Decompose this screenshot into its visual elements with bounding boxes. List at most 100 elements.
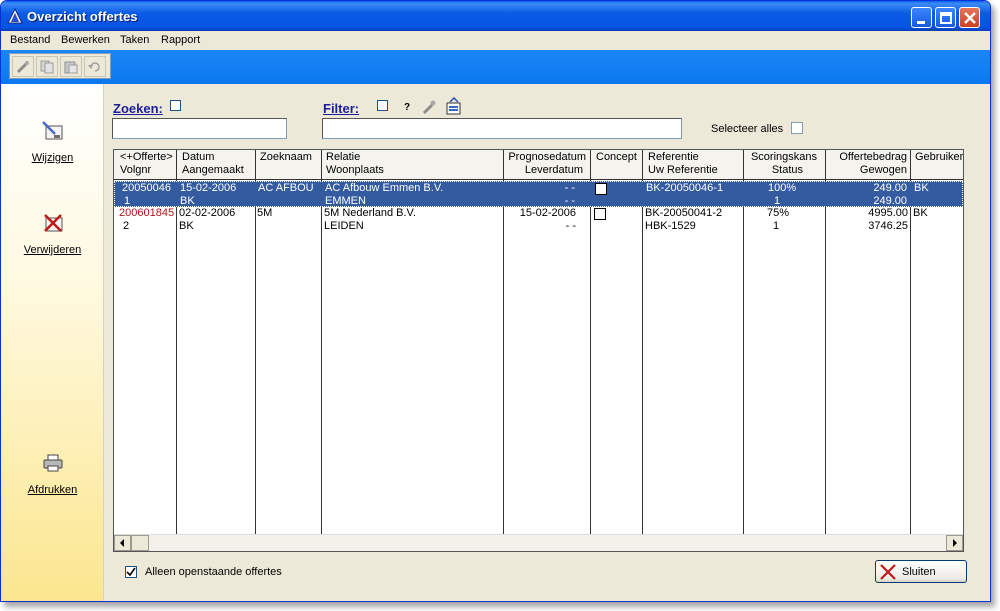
toolbar-wand-button[interactable]: [12, 56, 34, 77]
arrow-left-icon: [120, 539, 124, 547]
filter-export-icon[interactable]: [446, 97, 462, 115]
column-divider: [910, 180, 911, 534]
cell-gebruiker: BK: [914, 182, 929, 194]
delete-icon: [43, 214, 62, 232]
cell-relatie: AC Afbouw Emmen B.V.: [325, 182, 444, 194]
search-label: Zoeken:: [113, 101, 163, 116]
filter-input[interactable]: [322, 118, 682, 139]
column-header-scoringskans[interactable]: Scoringskans Status: [744, 150, 826, 180]
close-icon: [964, 12, 976, 24]
app-logo-icon: [7, 8, 23, 24]
scroll-right-button[interactable]: [946, 535, 963, 551]
close-window-button[interactable]: [959, 7, 980, 28]
menu-rapport[interactable]: Rapport: [161, 34, 200, 46]
menu-taken[interactable]: Taken: [120, 34, 149, 46]
select-all-checkbox[interactable]: [791, 122, 803, 134]
cell-prognosedatum: - -: [564, 182, 575, 194]
filter-label: Filter:: [323, 101, 360, 116]
toolbar-undo-button[interactable]: [84, 56, 106, 77]
menu-bar: Bestand Bewerken Taken Rapport: [1, 31, 990, 50]
cell-datum: 15-02-2006: [180, 182, 237, 194]
close-button-label: Sluiten: [902, 566, 936, 578]
edit-icon: [41, 121, 62, 140]
arrow-right-icon: [953, 539, 957, 547]
column-divider: [176, 180, 177, 534]
cell-gebruiker: BK: [913, 207, 928, 219]
column-header-concept[interactable]: Concept: [591, 150, 643, 180]
checkmark-icon: [126, 567, 136, 577]
cell-leverdatum: - -: [565, 220, 576, 232]
title-bar: Overzicht offertes: [1, 1, 990, 31]
copy-icon: [40, 60, 54, 74]
concept-checkbox[interactable]: [595, 183, 607, 195]
cell-offertebedrag: 249.00: [873, 182, 907, 194]
edit-label: Wijzigen: [31, 152, 74, 164]
menu-bewerken[interactable]: Bewerken: [61, 34, 110, 46]
column-header-zoeknaam[interactable]: Zoeknaam: [256, 150, 322, 180]
cell-zoeknaam: AC AFBOU: [258, 182, 314, 194]
wand-icon: [16, 61, 29, 74]
column-header-referentie[interactable]: Referentie Uw Referentie: [643, 150, 744, 180]
print-button[interactable]: Afdrukken: [1, 452, 104, 496]
column-divider: [590, 180, 591, 534]
cell-volgnr: 2: [123, 220, 130, 232]
filter-wand-icon[interactable]: [421, 99, 437, 115]
table-row[interactable]: 20050046 1 15-02-2006 BK AC AFBOU AC Afb…: [114, 181, 963, 207]
toolbar-paste-button[interactable]: [60, 56, 82, 77]
column-header-gebruiker[interactable]: Gebruiker: [911, 150, 963, 180]
table-row[interactable]: 200601845 2 02-02-2006 BK 5M 5M Nederlan…: [114, 207, 963, 233]
column-header-offertebedrag[interactable]: Offertebedrag Gewogen: [826, 150, 911, 180]
scroll-thumb[interactable]: [131, 535, 149, 551]
cell-offerte: 200601845: [119, 207, 175, 219]
toolbar-group: [9, 53, 111, 79]
main-window: Overzicht offertes Bestand Bewerken Take…: [0, 0, 991, 602]
cell-relatie: 5M Nederland B.V.: [324, 207, 416, 219]
undo-icon: [88, 62, 100, 72]
column-header-offerte[interactable]: <+Offerte> Volgnr: [114, 150, 177, 180]
maximize-button[interactable]: [935, 7, 956, 28]
only-open-label: Alleen openstaande offertes: [145, 566, 282, 578]
filter-help-icon[interactable]: ?: [404, 102, 410, 113]
cell-datum: 02-02-2006: [179, 207, 236, 219]
cell-status: 1: [773, 220, 780, 232]
close-x-icon: [880, 564, 896, 580]
cell-uw-referentie: HBK-1529: [645, 220, 696, 232]
printer-icon: [43, 454, 62, 472]
column-header-prognosedatum[interactable]: Prognosedatum Leverdatum: [504, 150, 591, 180]
cell-woonplaats: LEIDEN: [324, 220, 364, 232]
concept-checkbox[interactable]: [594, 208, 606, 220]
window-title: Overzicht offertes: [27, 9, 138, 24]
select-all-label: Selecteer alles: [711, 123, 784, 135]
cell-aangemaakt: BK: [179, 220, 194, 232]
minimize-button[interactable]: [911, 7, 932, 28]
maximize-icon: [940, 12, 952, 24]
only-open-checkbox[interactable]: [125, 566, 137, 578]
menu-bestand[interactable]: Bestand: [10, 34, 50, 46]
cell-referentie: BK-20050041-2: [645, 207, 723, 219]
column-divider: [825, 180, 826, 534]
cell-gewogen: 3746.25: [868, 220, 908, 232]
cell-offerte: 20050046: [122, 182, 171, 194]
paste-icon: [64, 61, 78, 74]
minimize-icon: [917, 21, 925, 24]
cell-offertebedrag: 4995.00: [868, 207, 908, 219]
column-divider: [743, 180, 744, 534]
column-header-datum[interactable]: Datum Aangemaakt: [177, 150, 256, 180]
delete-button[interactable]: Verwijderen: [1, 212, 104, 256]
search-checkbox[interactable]: [170, 100, 181, 111]
column-divider: [321, 180, 322, 534]
offers-table[interactable]: <+Offerte> Volgnr Datum Aangemaakt Zoeknaa…: [113, 149, 964, 552]
scroll-left-button[interactable]: [114, 535, 131, 551]
column-divider: [642, 180, 643, 534]
column-divider: [255, 180, 256, 534]
toolbar: [1, 50, 990, 84]
horizontal-scrollbar[interactable]: [114, 534, 963, 551]
column-header-relatie[interactable]: Relatie Woonplaats: [322, 150, 504, 180]
close-button[interactable]: Sluiten: [875, 560, 967, 583]
search-input[interactable]: [112, 118, 287, 139]
edit-button[interactable]: Wijzigen: [1, 120, 104, 164]
content-area: Zoeken: Filter: ? Selecteer alles <+Offe…: [104, 84, 990, 601]
print-label: Afdrukken: [27, 484, 78, 496]
toolbar-copy-button[interactable]: [36, 56, 58, 77]
filter-checkbox[interactable]: [377, 100, 388, 111]
